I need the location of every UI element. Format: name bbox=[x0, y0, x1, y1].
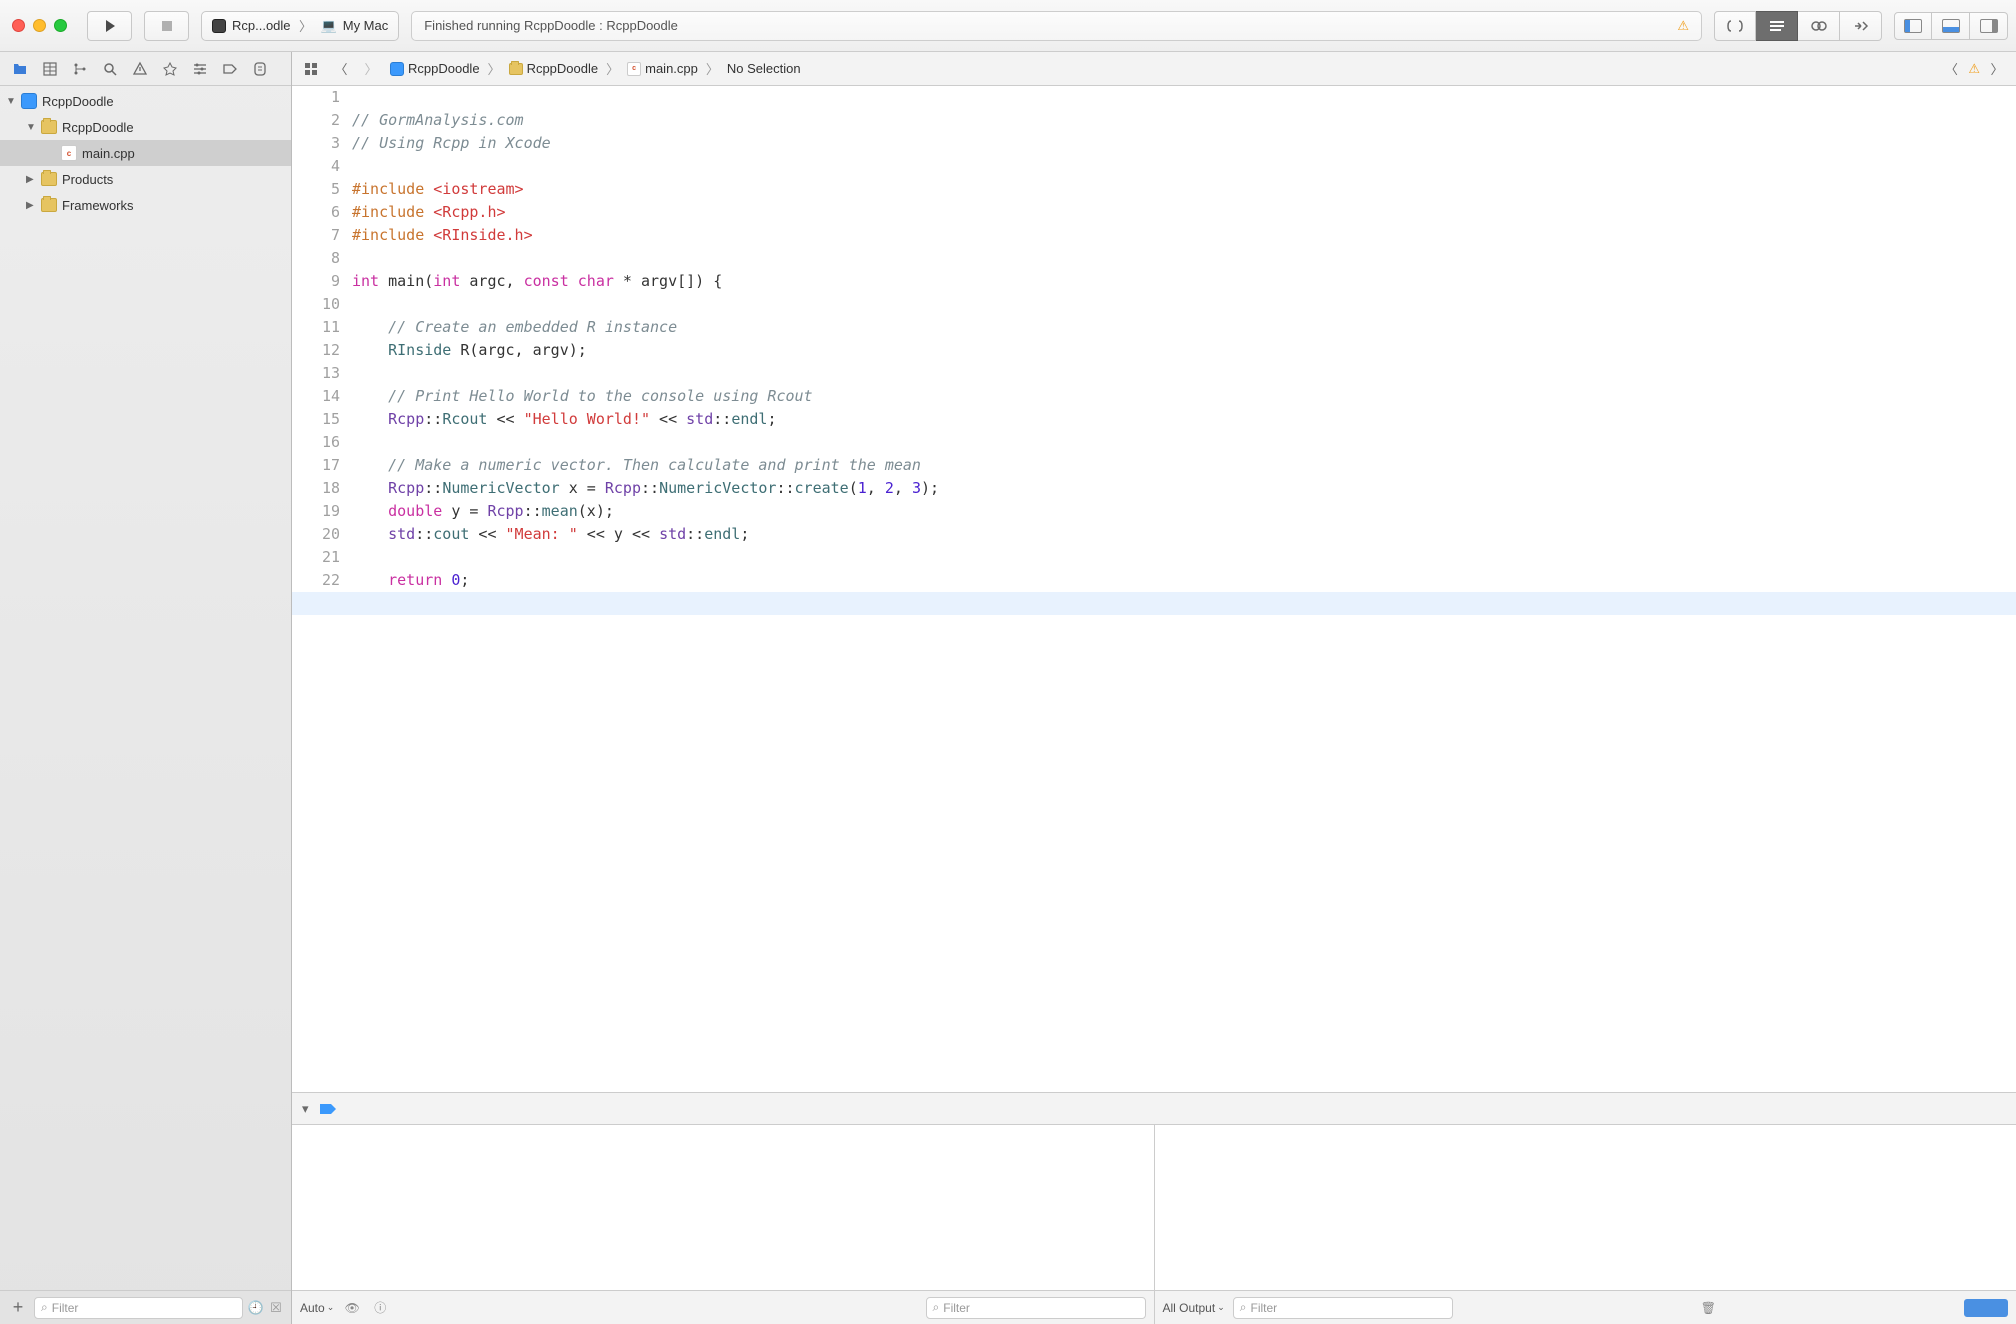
variables-body[interactable] bbox=[292, 1125, 1154, 1290]
find-navigator-tab[interactable] bbox=[96, 55, 124, 83]
add-button[interactable]: + bbox=[6, 1297, 30, 1318]
issue-navigator-tab[interactable] bbox=[126, 55, 154, 83]
editor-options-button[interactable] bbox=[1840, 11, 1882, 41]
breakpoint-toggle[interactable] bbox=[319, 1103, 337, 1115]
debug-area: Auto ⌄ 👁 ⓘ ⌕ Filter All Output ⌄ ⌕ Filte… bbox=[292, 1124, 2016, 1324]
standard-editor-button[interactable] bbox=[1714, 11, 1756, 41]
tree-group[interactable]: ▼RcppDoodle bbox=[0, 114, 291, 140]
scm-filter-icon[interactable]: ☒ bbox=[267, 1300, 285, 1316]
toggle-navigator-button[interactable] bbox=[1894, 12, 1932, 40]
debug-bar: ▾ bbox=[292, 1092, 2016, 1124]
source-control-navigator-tab[interactable] bbox=[36, 55, 64, 83]
tree-project-root[interactable]: ▼RcppDoodle bbox=[0, 88, 291, 114]
warning-icon[interactable]: ⚠︎ bbox=[1968, 61, 1980, 77]
app-icon bbox=[212, 19, 226, 33]
scheme-name: Rcp...odle bbox=[232, 18, 291, 33]
code-content[interactable]: // GormAnalysis.com // Using Rcpp in Xco… bbox=[348, 86, 2016, 1092]
test-navigator-tab[interactable] bbox=[156, 55, 184, 83]
editor-area: 〈 〉 RcppDoodle 〉 RcppDoodle 〉 cmain.cpp … bbox=[292, 52, 2016, 1324]
variables-view: Auto ⌄ 👁 ⓘ ⌕ Filter bbox=[292, 1125, 1155, 1324]
stop-button[interactable] bbox=[144, 11, 189, 41]
tree-label: RcppDoodle bbox=[62, 120, 134, 135]
filter-icon: ⌕ bbox=[1240, 1300, 1247, 1315]
navigator-footer: + ⌕ Filter 🕘 ☒ bbox=[0, 1290, 291, 1324]
jump-bar: 〈 〉 RcppDoodle 〉 RcppDoodle 〉 cmain.cpp … bbox=[292, 52, 2016, 86]
filter-icon: ⌕ bbox=[933, 1300, 940, 1315]
main-split: ▼RcppDoodle ▼RcppDoodle cmain.cpp ▶Produ… bbox=[0, 52, 2016, 1324]
recent-filter-icon[interactable]: 🕘 bbox=[247, 1300, 265, 1316]
show-variables-button[interactable] bbox=[1964, 1299, 1986, 1317]
navigator-filter-input[interactable]: ⌕ Filter bbox=[34, 1297, 243, 1319]
toggle-debug-area-button[interactable] bbox=[1932, 12, 1970, 40]
jumpbar-group[interactable]: RcppDoodle bbox=[507, 61, 601, 76]
tree-label: Frameworks bbox=[62, 198, 134, 213]
next-issue-button[interactable]: 〉 bbox=[1984, 58, 2010, 80]
go-forward-button[interactable]: 〉 bbox=[358, 58, 384, 80]
project-navigator-tab[interactable] bbox=[6, 55, 34, 83]
window-controls bbox=[12, 19, 67, 32]
tree-label: Products bbox=[62, 172, 113, 187]
go-back-button[interactable]: 〈 bbox=[328, 58, 354, 80]
assistant-editor-button[interactable] bbox=[1756, 11, 1798, 41]
jumpbar-file[interactable]: cmain.cpp bbox=[625, 61, 700, 76]
breakpoint-navigator-tab[interactable] bbox=[216, 55, 244, 83]
show-console-button[interactable] bbox=[1986, 1299, 2008, 1317]
symbol-navigator-tab[interactable] bbox=[66, 55, 94, 83]
laptop-icon: 💻 bbox=[321, 18, 337, 34]
toggle-utilities-button[interactable] bbox=[1970, 12, 2008, 40]
tree-frameworks-group[interactable]: ▶Frameworks bbox=[0, 192, 291, 218]
previous-issue-button[interactable]: 〈 bbox=[1938, 58, 1964, 80]
navigator-selector-bar bbox=[0, 52, 291, 86]
tree-file-main-cpp[interactable]: cmain.cpp bbox=[0, 140, 291, 166]
warning-icon[interactable]: ⚠︎ bbox=[1677, 18, 1689, 34]
console-pane-toggle bbox=[1964, 1299, 2008, 1317]
panel-visibility-buttons bbox=[1894, 12, 2008, 40]
scheme-selector[interactable]: Rcp...odle 〉 💻My Mac bbox=[201, 11, 399, 41]
jumpbar-symbol[interactable]: No Selection bbox=[725, 61, 803, 76]
run-button[interactable] bbox=[87, 11, 132, 41]
filter-icon: ⌕ bbox=[41, 1300, 48, 1315]
quicklook-icon[interactable]: 👁 bbox=[342, 1301, 362, 1315]
close-window-button[interactable] bbox=[12, 19, 25, 32]
filter-placeholder: Filter bbox=[52, 1301, 79, 1315]
editor-mode-buttons bbox=[1714, 11, 1882, 41]
activity-status[interactable]: Finished running RcppDoodle : RcppDoodle… bbox=[411, 11, 1702, 41]
console-body[interactable] bbox=[1155, 1125, 2016, 1290]
jumpbar-project[interactable]: RcppDoodle bbox=[388, 61, 482, 76]
tree-products-group[interactable]: ▶Products bbox=[0, 166, 291, 192]
console-filter-input[interactable]: ⌕ Filter bbox=[1233, 1297, 1453, 1319]
variables-filter-input[interactable]: ⌕ Filter bbox=[926, 1297, 1146, 1319]
tree-label: RcppDoodle bbox=[42, 94, 114, 109]
zoom-window-button[interactable] bbox=[54, 19, 67, 32]
line-gutter[interactable]: 1 2 3 4 5 6 7 8 9 10 11 12 13 14 15 16 1… bbox=[292, 86, 348, 1092]
console-view: All Output ⌄ ⌕ Filter 🗑 bbox=[1155, 1125, 2016, 1324]
destination-name: My Mac bbox=[343, 18, 389, 33]
status-text: Finished running RcppDoodle : RcppDoodle bbox=[424, 18, 678, 33]
source-editor[interactable]: 1 2 3 4 5 6 7 8 9 10 11 12 13 14 15 16 1… bbox=[292, 86, 2016, 1092]
console-output-selector[interactable]: All Output ⌄ bbox=[1163, 1301, 1225, 1315]
info-icon[interactable]: ⓘ bbox=[370, 1299, 390, 1316]
project-tree: ▼RcppDoodle ▼RcppDoodle cmain.cpp ▶Produ… bbox=[0, 86, 291, 1290]
related-items-button[interactable] bbox=[298, 58, 324, 80]
debug-view-menu[interactable]: ▾ bbox=[302, 1101, 309, 1117]
debug-navigator-tab[interactable] bbox=[186, 55, 214, 83]
variables-scope-selector[interactable]: Auto ⌄ bbox=[300, 1301, 334, 1315]
variables-footer: Auto ⌄ 👁 ⓘ ⌕ Filter bbox=[292, 1290, 1154, 1324]
navigator-sidebar: ▼RcppDoodle ▼RcppDoodle cmain.cpp ▶Produ… bbox=[0, 52, 292, 1324]
minimize-window-button[interactable] bbox=[33, 19, 46, 32]
filter-scope-buttons: 🕘 ☒ bbox=[247, 1300, 285, 1316]
version-editor-button[interactable] bbox=[1798, 11, 1840, 41]
trash-icon[interactable]: 🗑 bbox=[1698, 1301, 1718, 1315]
report-navigator-tab[interactable] bbox=[246, 55, 274, 83]
tree-label: main.cpp bbox=[82, 146, 135, 161]
console-footer: All Output ⌄ ⌕ Filter 🗑 bbox=[1155, 1290, 2016, 1324]
toolbar: Rcp...odle 〉 💻My Mac Finished running Rc… bbox=[0, 0, 2016, 52]
